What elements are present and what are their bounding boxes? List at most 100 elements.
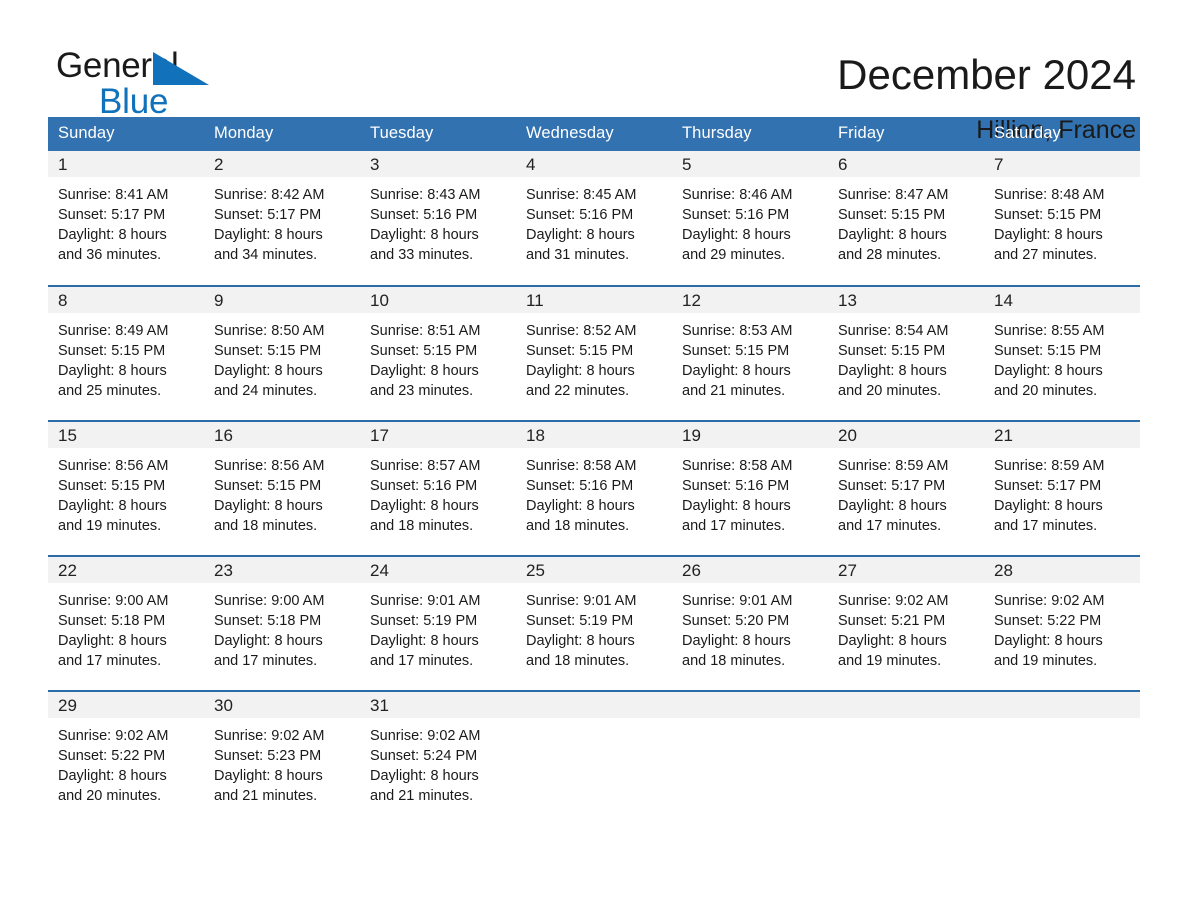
- day-cell[interactable]: 11 Sunrise: 8:52 AM Sunset: 5:15 PM Dayl…: [516, 285, 672, 421]
- daylight-text-line1: Daylight: 8 hours: [58, 363, 167, 379]
- day-cell[interactable]: 14 Sunrise: 8:55 AM Sunset: 5:15 PM Dayl…: [984, 285, 1140, 421]
- day-cell[interactable]: 9 Sunrise: 8:50 AM Sunset: 5:15 PM Dayli…: [204, 285, 360, 421]
- day-details: Sunrise: 8:54 AM Sunset: 5:15 PM Dayligh…: [828, 313, 984, 401]
- day-details: Sunrise: 8:46 AM Sunset: 5:16 PM Dayligh…: [672, 177, 828, 265]
- daylight-text-line1: Daylight: 8 hours: [58, 633, 167, 649]
- weekday-header-monday: Monday: [204, 117, 360, 151]
- day-cell[interactable]: 3 Sunrise: 8:43 AM Sunset: 5:16 PM Dayli…: [360, 151, 516, 286]
- daylight-text-line2: and 18 minutes.: [526, 653, 630, 669]
- day-details: Sunrise: 8:57 AM Sunset: 5:16 PM Dayligh…: [360, 448, 516, 536]
- day-cell[interactable]: 20 Sunrise: 8:59 AM Sunset: 5:17 PM Dayl…: [828, 420, 984, 556]
- day-cell[interactable]: 13 Sunrise: 8:54 AM Sunset: 5:15 PM Dayl…: [828, 285, 984, 421]
- week-row: 22 Sunrise: 9:00 AM Sunset: 5:18 PM Dayl…: [48, 555, 1140, 691]
- weekday-header-sunday: Sunday: [48, 117, 204, 151]
- day-details: Sunrise: 8:56 AM Sunset: 5:15 PM Dayligh…: [204, 448, 360, 536]
- day-number: 18: [516, 422, 672, 448]
- daylight-text-line2: and 21 minutes.: [682, 383, 786, 399]
- daylight-text-line1: Daylight: 8 hours: [994, 633, 1103, 649]
- day-cell[interactable]: 12 Sunrise: 8:53 AM Sunset: 5:15 PM Dayl…: [672, 285, 828, 421]
- sunrise-text: Sunrise: 8:55 AM: [994, 323, 1105, 339]
- day-details: Sunrise: 9:01 AM Sunset: 5:19 PM Dayligh…: [360, 583, 516, 671]
- day-cell[interactable]: 25 Sunrise: 9:01 AM Sunset: 5:19 PM Dayl…: [516, 555, 672, 691]
- sunset-text: Sunset: 5:15 PM: [526, 343, 634, 359]
- day-number: 25: [516, 557, 672, 583]
- day-number: 21: [984, 422, 1140, 448]
- daylight-text-line1: Daylight: 8 hours: [370, 363, 479, 379]
- day-cell[interactable]: 16 Sunrise: 8:56 AM Sunset: 5:15 PM Dayl…: [204, 420, 360, 556]
- day-cell[interactable]: 5 Sunrise: 8:46 AM Sunset: 5:16 PM Dayli…: [672, 151, 828, 286]
- daylight-text-line1: Daylight: 8 hours: [994, 227, 1103, 243]
- day-number: 8: [48, 287, 204, 313]
- sunset-text: Sunset: 5:19 PM: [526, 613, 634, 629]
- day-cell[interactable]: 10 Sunrise: 8:51 AM Sunset: 5:15 PM Dayl…: [360, 285, 516, 421]
- sunset-text: Sunset: 5:22 PM: [58, 748, 166, 764]
- day-number: 1: [48, 151, 204, 177]
- day-cell[interactable]: 18 Sunrise: 8:58 AM Sunset: 5:16 PM Dayl…: [516, 420, 672, 556]
- day-cell[interactable]: 21 Sunrise: 8:59 AM Sunset: 5:17 PM Dayl…: [984, 420, 1140, 556]
- day-number: 19: [672, 422, 828, 448]
- day-number: 7: [984, 151, 1140, 177]
- sunrise-text: Sunrise: 9:00 AM: [58, 593, 169, 609]
- day-cell[interactable]: 22 Sunrise: 9:00 AM Sunset: 5:18 PM Dayl…: [48, 555, 204, 691]
- sunset-text: Sunset: 5:24 PM: [370, 748, 478, 764]
- day-cell[interactable]: 29 Sunrise: 9:02 AM Sunset: 5:22 PM Dayl…: [48, 690, 204, 811]
- day-number: 9: [204, 287, 360, 313]
- day-details: Sunrise: 8:58 AM Sunset: 5:16 PM Dayligh…: [672, 448, 828, 536]
- day-cell[interactable]: 30 Sunrise: 9:02 AM Sunset: 5:23 PM Dayl…: [204, 690, 360, 811]
- daylight-text-line1: Daylight: 8 hours: [214, 633, 323, 649]
- daylight-text-line1: Daylight: 8 hours: [838, 633, 947, 649]
- day-cell[interactable]: 23 Sunrise: 9:00 AM Sunset: 5:18 PM Dayl…: [204, 555, 360, 691]
- day-details: Sunrise: 8:49 AM Sunset: 5:15 PM Dayligh…: [48, 313, 204, 401]
- sunrise-text: Sunrise: 8:47 AM: [838, 187, 949, 203]
- day-details: Sunrise: 8:47 AM Sunset: 5:15 PM Dayligh…: [828, 177, 984, 265]
- daylight-text-line1: Daylight: 8 hours: [994, 498, 1103, 514]
- day-cell[interactable]: 1 Sunrise: 8:41 AM Sunset: 5:17 PM Dayli…: [48, 151, 204, 286]
- day-cell[interactable]: 19 Sunrise: 8:58 AM Sunset: 5:16 PM Dayl…: [672, 420, 828, 556]
- sunrise-text: Sunrise: 9:02 AM: [214, 728, 325, 744]
- sunset-text: Sunset: 5:16 PM: [370, 207, 478, 223]
- daylight-text-line2: and 17 minutes.: [58, 653, 162, 669]
- day-details: Sunrise: 8:58 AM Sunset: 5:16 PM Dayligh…: [516, 448, 672, 536]
- daylight-text-line1: Daylight: 8 hours: [526, 633, 635, 649]
- day-cell[interactable]: 4 Sunrise: 8:45 AM Sunset: 5:16 PM Dayli…: [516, 151, 672, 286]
- daylight-text-line2: and 36 minutes.: [58, 247, 162, 263]
- day-cell[interactable]: 8 Sunrise: 8:49 AM Sunset: 5:15 PM Dayli…: [48, 285, 204, 421]
- daylight-text-line1: Daylight: 8 hours: [214, 227, 323, 243]
- day-number: 11: [516, 287, 672, 313]
- sunset-text: Sunset: 5:17 PM: [214, 207, 322, 223]
- sunset-text: Sunset: 5:15 PM: [682, 343, 790, 359]
- sunrise-text: Sunrise: 8:50 AM: [214, 323, 325, 339]
- daylight-text-line2: and 23 minutes.: [370, 383, 474, 399]
- day-cell[interactable]: 28 Sunrise: 9:02 AM Sunset: 5:22 PM Dayl…: [984, 555, 1140, 691]
- daylight-text-line1: Daylight: 8 hours: [526, 227, 635, 243]
- logo-text-blue: Blue: [99, 82, 169, 121]
- day-details: Sunrise: 8:43 AM Sunset: 5:16 PM Dayligh…: [360, 177, 516, 265]
- daylight-text-line1: Daylight: 8 hours: [838, 363, 947, 379]
- day-number: 14: [984, 287, 1140, 313]
- day-cell[interactable]: 27 Sunrise: 9:02 AM Sunset: 5:21 PM Dayl…: [828, 555, 984, 691]
- sunset-text: Sunset: 5:15 PM: [58, 478, 166, 494]
- daylight-text-line1: Daylight: 8 hours: [994, 363, 1103, 379]
- day-cell[interactable]: 31 Sunrise: 9:02 AM Sunset: 5:24 PM Dayl…: [360, 690, 516, 811]
- day-cell[interactable]: 6 Sunrise: 8:47 AM Sunset: 5:15 PM Dayli…: [828, 151, 984, 286]
- daylight-text-line2: and 19 minutes.: [994, 653, 1098, 669]
- day-cell[interactable]: 7 Sunrise: 8:48 AM Sunset: 5:15 PM Dayli…: [984, 151, 1140, 286]
- weekday-header-wednesday: Wednesday: [516, 117, 672, 151]
- day-cell[interactable]: 24 Sunrise: 9:01 AM Sunset: 5:19 PM Dayl…: [360, 555, 516, 691]
- daylight-text-line1: Daylight: 8 hours: [214, 768, 323, 784]
- day-number: 23: [204, 557, 360, 583]
- daylight-text-line1: Daylight: 8 hours: [214, 498, 323, 514]
- day-number: [984, 692, 1140, 718]
- day-cell[interactable]: 26 Sunrise: 9:01 AM Sunset: 5:20 PM Dayl…: [672, 555, 828, 691]
- day-number: [516, 692, 672, 718]
- day-cell[interactable]: 17 Sunrise: 8:57 AM Sunset: 5:16 PM Dayl…: [360, 420, 516, 556]
- day-details: Sunrise: 8:45 AM Sunset: 5:16 PM Dayligh…: [516, 177, 672, 265]
- day-number: 22: [48, 557, 204, 583]
- day-cell[interactable]: 15 Sunrise: 8:56 AM Sunset: 5:15 PM Dayl…: [48, 420, 204, 556]
- day-number: 31: [360, 692, 516, 718]
- daylight-text-line1: Daylight: 8 hours: [370, 227, 479, 243]
- daylight-text-line2: and 20 minutes.: [58, 788, 162, 804]
- day-cell[interactable]: 2 Sunrise: 8:42 AM Sunset: 5:17 PM Dayli…: [204, 151, 360, 286]
- sunrise-text: Sunrise: 8:59 AM: [994, 458, 1105, 474]
- sunset-text: Sunset: 5:16 PM: [370, 478, 478, 494]
